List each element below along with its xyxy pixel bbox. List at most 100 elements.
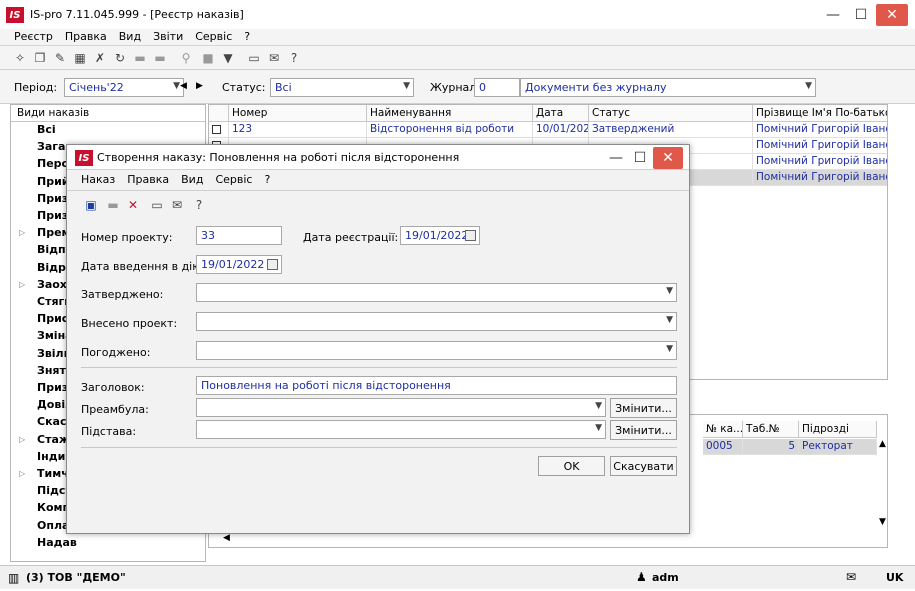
col-name[interactable]: Найменування: [367, 105, 533, 122]
col-person[interactable]: Прізвище Ім'я По-батькові: [753, 105, 887, 122]
minimize-button[interactable]: —: [818, 4, 848, 26]
toolbar: ✧ ❐ ✎ ▦ ✗ ↻ ▬ ▬ ⚲ ■ ▼ ▭ ✉ ?: [0, 46, 915, 70]
dialog-menu-view[interactable]: Вид: [181, 173, 203, 186]
menu-edit[interactable]: Правка: [65, 30, 107, 43]
journal-label: Журнал:: [430, 81, 481, 94]
refresh-icon[interactable]: ↻: [112, 50, 128, 66]
col-date[interactable]: Дата: [533, 105, 589, 122]
language-indicator[interactable]: UK: [886, 571, 903, 584]
mail-icon[interactable]: ✉: [266, 50, 282, 66]
table-cell-num[interactable]: 123: [229, 122, 367, 138]
menu-reports[interactable]: Звіти: [153, 30, 183, 43]
menu-register[interactable]: Реєстр: [14, 30, 53, 43]
table-cell-date[interactable]: 10/01/2022: [533, 122, 589, 138]
order-type-item[interactable]: Надав: [37, 536, 77, 549]
ok-button[interactable]: OK: [538, 456, 605, 476]
submitted-label: Внесено проект:: [81, 317, 178, 330]
table-cell-person[interactable]: Помічний Григорій Іванович: [753, 122, 887, 138]
search-icon[interactable]: ⚲: [178, 50, 194, 66]
filter-icon[interactable]: ▼: [220, 50, 236, 66]
table-icon[interactable]: ▦: [72, 50, 88, 66]
status-select[interactable]: Всі ▼: [270, 78, 414, 97]
stamp-icon[interactable]: ▬: [152, 50, 168, 66]
preamble-change-button[interactable]: Змінити...: [610, 398, 677, 418]
menu-help[interactable]: ?: [244, 30, 250, 43]
period-prev-icon[interactable]: ◀: [180, 81, 187, 91]
approved-label: Затверджено:: [81, 288, 164, 301]
chevron-up-icon[interactable]: ▲: [879, 439, 886, 449]
status-bar: ▥ (3) ТОВ "ДЕМО" ♟ adm ✉ UK: [0, 565, 915, 589]
calendar-icon[interactable]: [465, 230, 476, 241]
table-cell-person[interactable]: Помічний Григорій Іванович: [753, 170, 887, 186]
reg-date-input[interactable]: 19/01/2022: [400, 226, 480, 245]
new-doc-icon[interactable]: ✧: [12, 50, 28, 66]
table-cell-status[interactable]: Затверджений: [589, 122, 753, 138]
table-cell-person[interactable]: Помічний Григорій Іванович: [753, 138, 887, 154]
document-icon[interactable]: ▭: [246, 50, 262, 66]
effective-date-label: Дата введення в дію:: [81, 260, 206, 273]
dialog-menu-edit[interactable]: Правка: [127, 173, 169, 186]
chevron-down-icon: ▼: [805, 81, 812, 91]
copy-icon[interactable]: ❐: [32, 50, 48, 66]
detail-tab[interactable]: 5: [743, 439, 799, 455]
chevron-left-icon[interactable]: ◀: [223, 533, 230, 543]
menu-service[interactable]: Сервіс: [195, 30, 232, 43]
grid-icon[interactable]: ■: [200, 50, 216, 66]
dialog-menu-service[interactable]: Сервіс: [215, 173, 252, 186]
col-dept[interactable]: Підрозді: [799, 421, 877, 438]
basis-change-button[interactable]: Змінити...: [610, 420, 677, 440]
maximize-button[interactable]: ☐: [846, 4, 876, 26]
cancel-button[interactable]: Скасувати: [610, 456, 677, 476]
menu-view[interactable]: Вид: [119, 30, 141, 43]
help-icon[interactable]: ?: [286, 50, 302, 66]
col-tab[interactable]: Таб.№: [743, 421, 799, 438]
submitted-select[interactable]: ▼: [196, 312, 677, 331]
detail-card[interactable]: 0005: [703, 439, 743, 455]
mail-icon[interactable]: ✉: [169, 197, 185, 213]
agreed-select[interactable]: ▼: [196, 341, 677, 360]
journal-select[interactable]: Документи без журналу ▼: [520, 78, 816, 97]
project-no-input[interactable]: 33: [196, 226, 282, 245]
order-type-item[interactable]: Стаж: [37, 433, 70, 446]
document-icon[interactable]: ▭: [149, 197, 165, 213]
approved-select[interactable]: ▼: [196, 283, 677, 302]
dialog-menu-order[interactable]: Наказ: [81, 173, 115, 186]
table-cell-name[interactable]: Відсторонення від роботи: [367, 122, 533, 138]
delete-icon[interactable]: ✗: [92, 50, 108, 66]
journal-code[interactable]: 0: [474, 78, 520, 97]
close-button[interactable]: ✕: [876, 4, 908, 26]
organization-icon: ▥: [8, 571, 20, 585]
preamble-select[interactable]: ▼: [196, 398, 606, 417]
print-icon[interactable]: ▬: [132, 50, 148, 66]
chevron-down-icon[interactable]: ▼: [879, 517, 886, 527]
period-next-icon[interactable]: ▶: [196, 81, 203, 91]
table-cell-person[interactable]: Помічний Григорій Іванович: [753, 154, 887, 170]
expand-icon[interactable]: ▷: [19, 228, 25, 237]
order-type-item[interactable]: Всі: [37, 123, 56, 136]
expand-icon[interactable]: ▷: [19, 435, 25, 444]
status-value: Всі: [275, 81, 292, 94]
effective-date-input[interactable]: 19/01/2022: [196, 255, 282, 274]
basis-select[interactable]: ▼: [196, 420, 606, 439]
save-icon[interactable]: ▣: [83, 197, 99, 213]
row-checkbox[interactable]: [209, 122, 229, 138]
edit-icon[interactable]: ✎: [52, 50, 68, 66]
expand-icon[interactable]: ▷: [19, 280, 25, 289]
grid-scrollbar[interactable]: [887, 122, 888, 380]
help-icon[interactable]: ?: [191, 197, 207, 213]
col-status[interactable]: Статус: [589, 105, 753, 122]
dialog-maximize-button[interactable]: ☐: [625, 147, 655, 169]
calendar-icon[interactable]: [267, 259, 278, 270]
detail-dept[interactable]: Ректорат: [799, 439, 877, 455]
print-icon[interactable]: ▬: [105, 197, 121, 213]
heading-input[interactable]: Поновлення на роботі після відсторонення: [196, 376, 677, 395]
col-number[interactable]: Номер: [229, 105, 367, 122]
expand-icon[interactable]: ▷: [19, 469, 25, 478]
mail-icon[interactable]: ✉: [846, 570, 856, 584]
footer-divider: [81, 447, 677, 448]
cancel-icon[interactable]: ✕: [125, 197, 141, 213]
dialog-menu-help[interactable]: ?: [264, 173, 270, 186]
col-card[interactable]: № ка...: [703, 421, 743, 438]
dialog-close-button[interactable]: ✕: [653, 147, 683, 169]
period-select[interactable]: Січень'22 ▼: [64, 78, 184, 97]
